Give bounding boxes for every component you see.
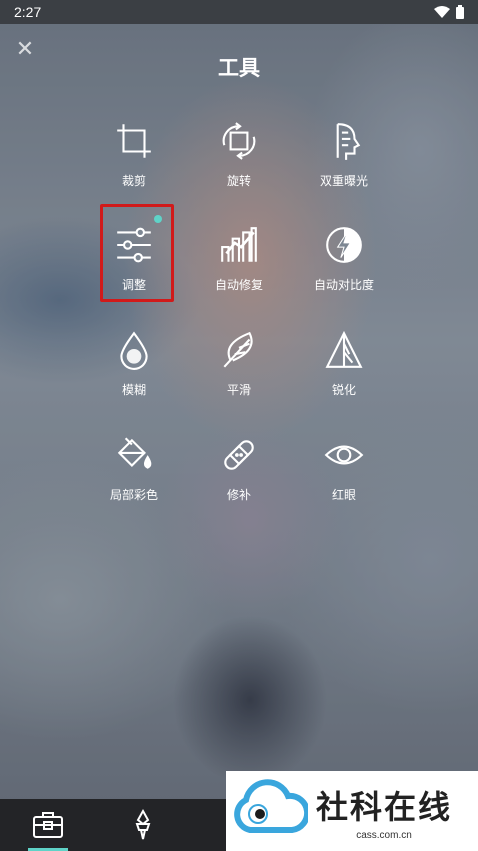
tool-label: 双重曝光 [319,174,368,188]
bottom-tab-brush[interactable] [108,799,178,851]
status-time: 2:27 [14,4,42,20]
tool-auto-contrast[interactable]: 自动对比度 [289,224,399,320]
watermark-subtitle: cass.com.cn [356,829,412,841]
sharpen-icon [325,330,363,368]
tool-double-exposure[interactable]: 双重曝光 [289,120,399,216]
rotate-icon [222,122,256,160]
auto-fix-icon [221,227,257,262]
bottom-tab-tools[interactable] [13,799,83,851]
tool-label: 平滑 [226,383,251,397]
page-title: 工具 [218,56,260,80]
tool-red-eye[interactable]: 红眼 [289,434,399,530]
tool-blur[interactable]: 模糊 [79,329,189,425]
highlight-box [100,204,174,302]
watermark-title: 社科在线 [316,787,453,826]
tool-label: 裁剪 [121,174,146,188]
cloud-logo-icon [234,779,308,833]
tool-auto-fix[interactable]: 自动修复 [184,224,294,320]
tools-icon [33,812,63,838]
tool-label: 锐化 [331,383,356,397]
smooth-feather-icon [223,331,253,368]
tool-label: 旋转 [226,174,251,188]
red-eye-icon [324,445,364,465]
crop-icon [117,124,151,158]
tool-patch[interactable]: 修补 [184,434,294,530]
tool-label: 自动对比度 [313,278,374,292]
watermark: 社科在线 cass.com.cn [226,771,478,851]
tool-rotate[interactable]: 旋转 [184,120,294,216]
tool-smooth[interactable]: 平滑 [184,329,294,425]
tool-color-splash[interactable]: 局部彩色 [79,434,189,530]
tool-label: 局部彩色 [109,488,158,502]
brush-icon [135,808,151,840]
battery-icon [456,5,464,19]
auto-contrast-icon [326,227,362,263]
blur-icon [120,331,148,370]
wifi-icon [434,6,450,18]
color-splash-icon [117,437,152,469]
tool-label: 红眼 [331,488,356,502]
tool-label: 自动修复 [214,278,263,292]
tool-label: 模糊 [121,383,146,397]
double-exposure-icon [336,123,361,160]
tool-label: 修补 [226,488,251,502]
tool-crop[interactable]: 裁剪 [79,120,189,216]
new-indicator-dot [154,215,162,223]
status-bar: 2:27 [0,0,478,24]
patch-bandage-icon [224,440,254,470]
tool-sharpen[interactable]: 锐化 [289,329,399,425]
